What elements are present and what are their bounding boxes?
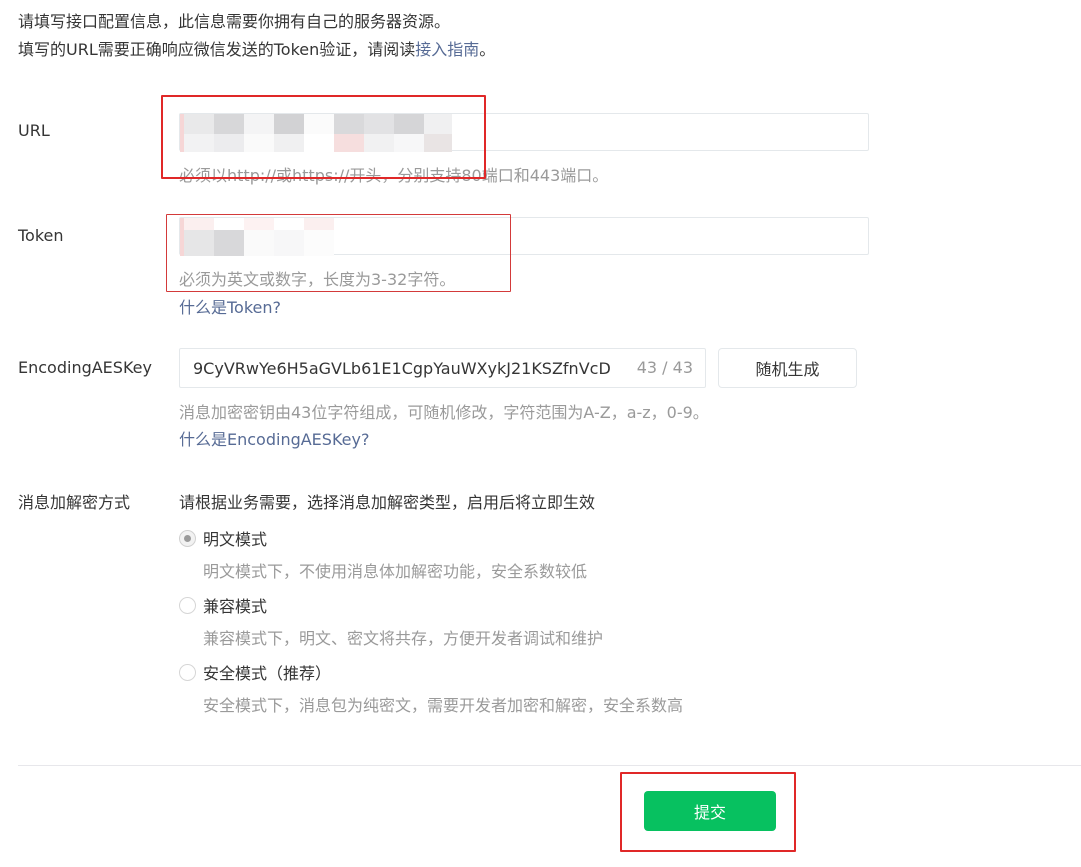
aes-tip: 消息加密密钥由43位字符组成，可随机修改，字符范围为A-Z，a-z，0-9。 bbox=[179, 403, 709, 422]
footer-divider bbox=[18, 765, 1081, 766]
token-annotation-box bbox=[166, 214, 511, 292]
aes-label: EncodingAESKey bbox=[18, 358, 152, 377]
intro-line-1: 请填写接口配置信息，此信息需要你拥有自己的服务器资源。 bbox=[18, 12, 451, 31]
radio-label: 兼容模式 bbox=[203, 597, 268, 616]
radio-plaintext-mode[interactable]: 明文模式 bbox=[179, 526, 267, 550]
radio-label: 明文模式 bbox=[203, 530, 268, 549]
radio-unchecked-icon[interactable] bbox=[179, 663, 196, 681]
plaintext-mode-desc: 明文模式下，不使用消息体加解密功能，安全系数较低 bbox=[203, 562, 588, 581]
radio-unchecked-icon[interactable] bbox=[179, 596, 196, 614]
secure-mode-desc: 安全模式下，消息包为纯密文，需要开发者加密和解密，安全系数高 bbox=[203, 696, 684, 715]
aes-key-value: 9CyVRwYe6H5aGVLb61E1CgpYauWXykJ21KSZfnVc… bbox=[193, 358, 611, 378]
radio-label: 安全模式（推荐） bbox=[203, 664, 332, 683]
compatible-mode-desc: 兼容模式下，明文、密文将共存，方便开发者调试和维护 bbox=[203, 629, 604, 648]
url-label: URL bbox=[18, 121, 50, 140]
intro-line-2: 填写的URL需要正确响应微信发送的Token验证，请阅读接入指南。 bbox=[18, 40, 496, 59]
encryption-description: 请根据业务需要，选择消息加解密类型，启用后将立即生效 bbox=[179, 493, 596, 512]
random-generate-button[interactable]: 随机生成 bbox=[718, 348, 857, 388]
what-is-token-link[interactable]: 什么是Token? bbox=[179, 294, 281, 318]
submit-annotation-box bbox=[620, 772, 796, 852]
access-guide-link[interactable]: 接入指南 bbox=[415, 40, 479, 59]
token-label: Token bbox=[18, 226, 64, 245]
radio-secure-mode[interactable]: 安全模式（推荐） bbox=[179, 660, 331, 684]
intro-text: 请填写接口配置信息，此信息需要你拥有自己的服务器资源。 填写的URL需要正确响应… bbox=[18, 8, 495, 64]
what-is-aes-key-link[interactable]: 什么是EncodingAESKey? bbox=[179, 426, 369, 450]
encryption-label: 消息加解密方式 bbox=[18, 493, 131, 512]
radio-checked-icon[interactable] bbox=[179, 529, 196, 547]
aes-key-input[interactable]: 9CyVRwYe6H5aGVLb61E1CgpYauWXykJ21KSZfnVc… bbox=[179, 348, 706, 388]
aes-char-count: 43 / 43 bbox=[636, 358, 693, 377]
radio-compatible-mode[interactable]: 兼容模式 bbox=[179, 593, 267, 617]
url-annotation-box bbox=[161, 95, 486, 179]
